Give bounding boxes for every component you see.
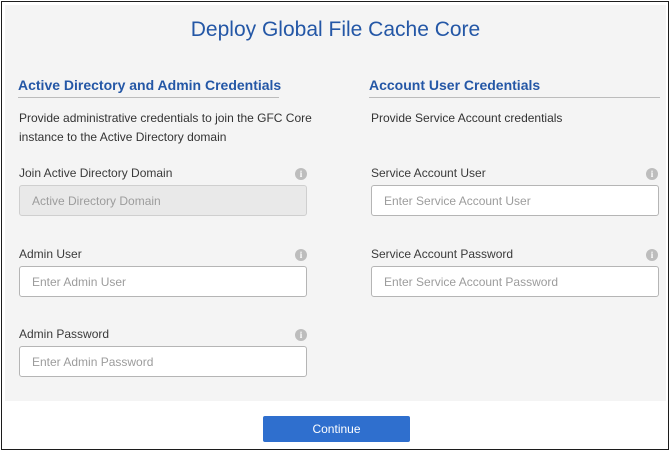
dialog-title: Deploy Global File Cache Core bbox=[190, 18, 481, 41]
info-icon[interactable]: i bbox=[646, 168, 658, 180]
account-credentials-heading: Account User Credentials bbox=[369, 77, 541, 93]
left-section-divider bbox=[18, 97, 279, 98]
admin-user-label: Admin User bbox=[19, 247, 82, 261]
description-line: Provide administrative credentials to jo… bbox=[19, 111, 312, 125]
admin-password-label: Admin Password bbox=[19, 327, 110, 341]
admin-password-field[interactable] bbox=[19, 346, 307, 377]
continue-button[interactable]: Continue bbox=[263, 416, 410, 442]
info-icon[interactable]: i bbox=[295, 168, 307, 180]
account-credentials-description: Provide Service Account credentials bbox=[371, 111, 563, 125]
info-icon[interactable]: i bbox=[295, 329, 307, 341]
description-line: instance to the Active Directory domain bbox=[19, 130, 227, 144]
service-account-password-label: Service Account Password bbox=[371, 247, 514, 261]
join-domain-field bbox=[19, 185, 307, 216]
info-icon[interactable]: i bbox=[646, 249, 658, 261]
service-account-user-field[interactable] bbox=[371, 185, 659, 216]
credentials-panel: Deploy Global File Cache Core Active Dir… bbox=[5, 5, 666, 401]
deploy-dialog: Deploy Global File Cache Core Active Dir… bbox=[1, 1, 669, 450]
info-icon[interactable]: i bbox=[295, 249, 307, 261]
service-account-password-field[interactable] bbox=[371, 266, 659, 297]
admin-user-field[interactable] bbox=[19, 266, 307, 297]
admin-credentials-heading: Active Directory and Admin Credentials bbox=[18, 77, 282, 93]
admin-credentials-description: Provide administrative credentials to jo… bbox=[19, 109, 312, 147]
join-domain-label: Join Active Directory Domain bbox=[19, 166, 173, 180]
right-section-divider bbox=[369, 97, 660, 98]
service-account-user-label: Service Account User bbox=[371, 166, 486, 180]
